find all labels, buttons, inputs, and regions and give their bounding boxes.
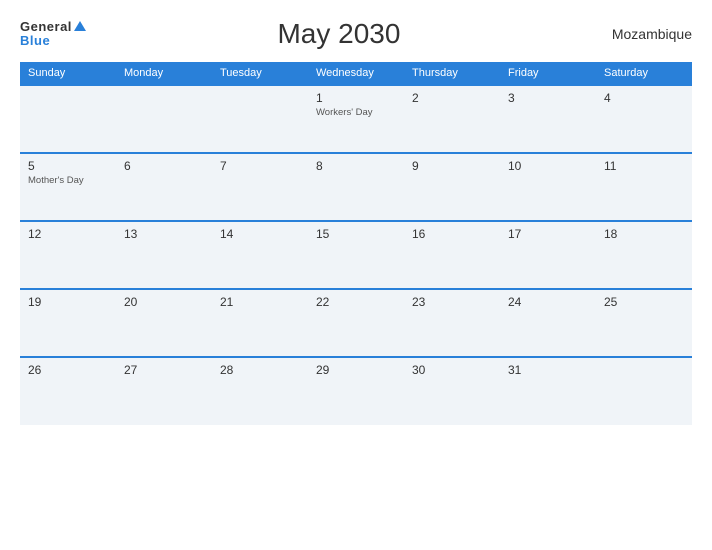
calendar-cell: 25: [596, 289, 692, 357]
day-number: 3: [508, 91, 588, 105]
calendar-cell: 2: [404, 85, 500, 153]
day-number: 25: [604, 295, 684, 309]
calendar-cell: 6: [116, 153, 212, 221]
day-number: 30: [412, 363, 492, 377]
calendar-cell: 3: [500, 85, 596, 153]
day-number: 7: [220, 159, 300, 173]
day-number: 2: [412, 91, 492, 105]
day-event: Mother's Day: [28, 175, 108, 186]
calendar-cell: 18: [596, 221, 692, 289]
calendar-header-row: Sunday Monday Tuesday Wednesday Thursday…: [20, 62, 692, 85]
calendar-week-row: 5 Mother's Day 6 7 8 9 10 11: [20, 153, 692, 221]
day-number: 4: [604, 91, 684, 105]
logo-blue-text: Blue: [20, 34, 86, 48]
country-label: Mozambique: [592, 26, 692, 42]
day-number: 8: [316, 159, 396, 173]
calendar-cell: 4: [596, 85, 692, 153]
calendar-cell: 15: [308, 221, 404, 289]
day-number: 9: [412, 159, 492, 173]
day-number: 15: [316, 227, 396, 241]
logo: General Blue: [20, 20, 86, 49]
calendar-cell: 11: [596, 153, 692, 221]
day-number: 1: [316, 91, 396, 105]
calendar-week-row: 12 13 14 15 16 17 18: [20, 221, 692, 289]
calendar-cell: 13: [116, 221, 212, 289]
day-number: 26: [28, 363, 108, 377]
calendar-cell: 28: [212, 357, 308, 425]
calendar-table: Sunday Monday Tuesday Wednesday Thursday…: [20, 62, 692, 425]
col-saturday: Saturday: [596, 62, 692, 85]
day-number: 10: [508, 159, 588, 173]
calendar-cell: 12: [20, 221, 116, 289]
day-number: 22: [316, 295, 396, 309]
col-wednesday: Wednesday: [308, 62, 404, 85]
col-monday: Monday: [116, 62, 212, 85]
calendar-cell: 23: [404, 289, 500, 357]
day-number: 20: [124, 295, 204, 309]
calendar-cell: 5 Mother's Day: [20, 153, 116, 221]
calendar-cell: [116, 85, 212, 153]
calendar-cell: [20, 85, 116, 153]
day-number: 29: [316, 363, 396, 377]
calendar-cell: 31: [500, 357, 596, 425]
calendar-week-row: 19 20 21 22 23 24 25: [20, 289, 692, 357]
col-thursday: Thursday: [404, 62, 500, 85]
calendar-cell: 9: [404, 153, 500, 221]
calendar-cell: 19: [20, 289, 116, 357]
calendar-cell: 14: [212, 221, 308, 289]
col-friday: Friday: [500, 62, 596, 85]
calendar-cell: 16: [404, 221, 500, 289]
day-number: 17: [508, 227, 588, 241]
calendar-cell: 21: [212, 289, 308, 357]
calendar-cell: [212, 85, 308, 153]
calendar-cell: 10: [500, 153, 596, 221]
calendar-cell: 20: [116, 289, 212, 357]
col-sunday: Sunday: [20, 62, 116, 85]
calendar-cell: 30: [404, 357, 500, 425]
logo-triangle-icon: [74, 21, 86, 31]
header: General Blue May 2030 Mozambique: [20, 18, 692, 50]
day-number: 23: [412, 295, 492, 309]
page: General Blue May 2030 Mozambique Sunday …: [0, 0, 712, 550]
day-number: 24: [508, 295, 588, 309]
calendar-cell: 7: [212, 153, 308, 221]
calendar-cell: 29: [308, 357, 404, 425]
calendar-cell: 27: [116, 357, 212, 425]
calendar-cell: 8: [308, 153, 404, 221]
calendar-cell: 26: [20, 357, 116, 425]
day-number: 27: [124, 363, 204, 377]
calendar-title: May 2030: [86, 18, 592, 50]
calendar-cell: 1 Workers' Day: [308, 85, 404, 153]
day-number: 12: [28, 227, 108, 241]
day-number: 11: [604, 159, 684, 173]
day-event: Workers' Day: [316, 107, 396, 118]
calendar-cell: 17: [500, 221, 596, 289]
col-tuesday: Tuesday: [212, 62, 308, 85]
day-number: 5: [28, 159, 108, 173]
day-number: 6: [124, 159, 204, 173]
day-number: 16: [412, 227, 492, 241]
day-number: 21: [220, 295, 300, 309]
day-number: 31: [508, 363, 588, 377]
calendar-cell: 24: [500, 289, 596, 357]
day-number: 18: [604, 227, 684, 241]
calendar-cell: 22: [308, 289, 404, 357]
day-number: 14: [220, 227, 300, 241]
day-number: 13: [124, 227, 204, 241]
calendar-week-row: 1 Workers' Day 2 3 4: [20, 85, 692, 153]
day-number: 19: [28, 295, 108, 309]
logo-general-text: General: [20, 20, 86, 34]
calendar-week-row: 26 27 28 29 30 31: [20, 357, 692, 425]
day-number: 28: [220, 363, 300, 377]
calendar-cell: [596, 357, 692, 425]
